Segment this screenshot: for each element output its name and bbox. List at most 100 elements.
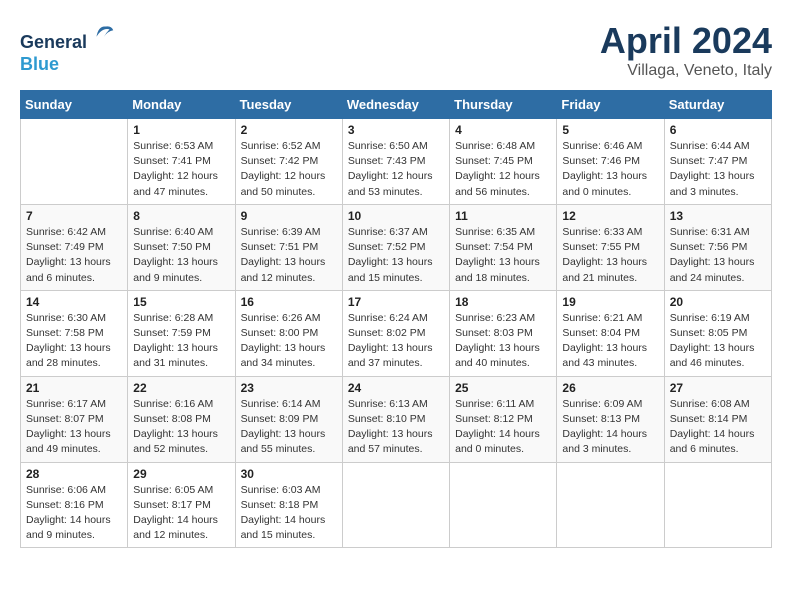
calendar-cell: 12 Sunrise: 6:33 AMSunset: 7:55 PMDayligh… bbox=[557, 204, 664, 290]
day-info: Sunrise: 6:31 AMSunset: 7:56 PMDaylight:… bbox=[670, 225, 766, 286]
day-number: 3 bbox=[348, 123, 444, 137]
day-info: Sunrise: 6:09 AMSunset: 8:13 PMDaylight:… bbox=[562, 397, 658, 458]
day-info: Sunrise: 6:26 AMSunset: 8:00 PMDaylight:… bbox=[241, 311, 337, 372]
title-block: April 2024 Villaga, Veneto, Italy bbox=[600, 20, 772, 80]
day-number: 24 bbox=[348, 381, 444, 395]
day-info: Sunrise: 6:03 AMSunset: 8:18 PMDaylight:… bbox=[241, 483, 337, 544]
calendar-header: SundayMondayTuesdayWednesdayThursdayFrid… bbox=[21, 91, 772, 119]
calendar-cell bbox=[342, 462, 449, 548]
day-number: 18 bbox=[455, 295, 551, 309]
calendar-week-3: 14 Sunrise: 6:30 AMSunset: 7:58 PMDayligh… bbox=[21, 290, 772, 376]
column-header-thursday: Thursday bbox=[450, 91, 557, 119]
calendar-cell: 25Sunrise: 6:11 AMSunset: 8:12 PMDayligh… bbox=[450, 376, 557, 462]
calendar-cell: 1Sunrise: 6:53 AMSunset: 7:41 PMDaylight… bbox=[128, 119, 235, 205]
day-info: Sunrise: 6:08 AMSunset: 8:14 PMDaylight:… bbox=[670, 397, 766, 458]
day-number: 10 bbox=[348, 209, 444, 223]
day-number: 15 bbox=[133, 295, 229, 309]
logo: General Blue bbox=[20, 20, 117, 75]
day-info: Sunrise: 6:23 AMSunset: 8:03 PMDaylight:… bbox=[455, 311, 551, 372]
day-number: 11 bbox=[455, 209, 551, 223]
day-info: Sunrise: 6:52 AMSunset: 7:42 PMDaylight:… bbox=[241, 139, 337, 200]
day-info: Sunrise: 6:16 AMSunset: 8:08 PMDaylight:… bbox=[133, 397, 229, 458]
day-info: Sunrise: 6:24 AMSunset: 8:02 PMDaylight:… bbox=[348, 311, 444, 372]
day-number: 20 bbox=[670, 295, 766, 309]
day-info: Sunrise: 6:06 AMSunset: 8:16 PMDaylight:… bbox=[26, 483, 122, 544]
calendar-cell: 4 Sunrise: 6:48 AMSunset: 7:45 PMDaylight… bbox=[450, 119, 557, 205]
column-header-sunday: Sunday bbox=[21, 91, 128, 119]
day-number: 13 bbox=[670, 209, 766, 223]
calendar-cell: 9Sunrise: 6:39 AMSunset: 7:51 PMDaylight… bbox=[235, 204, 342, 290]
calendar-cell: 10Sunrise: 6:37 AMSunset: 7:52 PMDayligh… bbox=[342, 204, 449, 290]
calendar-cell: 21 Sunrise: 6:17 AMSunset: 8:07 PMDayligh… bbox=[21, 376, 128, 462]
calendar-cell: 13 Sunrise: 6:31 AMSunset: 7:56 PMDayligh… bbox=[664, 204, 771, 290]
day-info: Sunrise: 6:42 AMSunset: 7:49 PMDaylight:… bbox=[26, 225, 122, 286]
calendar-cell: 30 Sunrise: 6:03 AMSunset: 8:18 PMDayligh… bbox=[235, 462, 342, 548]
day-info: Sunrise: 6:35 AMSunset: 7:54 PMDaylight:… bbox=[455, 225, 551, 286]
day-number: 23 bbox=[241, 381, 337, 395]
calendar-cell bbox=[21, 119, 128, 205]
calendar-cell: 6Sunrise: 6:44 AMSunset: 7:47 PMDaylight… bbox=[664, 119, 771, 205]
day-number: 8 bbox=[133, 209, 229, 223]
day-number: 6 bbox=[670, 123, 766, 137]
day-number: 29 bbox=[133, 467, 229, 481]
column-header-monday: Monday bbox=[128, 91, 235, 119]
calendar-cell: 15 Sunrise: 6:28 AMSunset: 7:59 PMDayligh… bbox=[128, 290, 235, 376]
calendar-week-1: 1Sunrise: 6:53 AMSunset: 7:41 PMDaylight… bbox=[21, 119, 772, 205]
calendar-cell: 14 Sunrise: 6:30 AMSunset: 7:58 PMDayligh… bbox=[21, 290, 128, 376]
calendar-cell: 28Sunrise: 6:06 AMSunset: 8:16 PMDayligh… bbox=[21, 462, 128, 548]
calendar-cell: 18 Sunrise: 6:23 AMSunset: 8:03 PMDayligh… bbox=[450, 290, 557, 376]
calendar-cell bbox=[450, 462, 557, 548]
day-number: 17 bbox=[348, 295, 444, 309]
day-number: 21 bbox=[26, 381, 122, 395]
day-number: 2 bbox=[241, 123, 337, 137]
day-info: Sunrise: 6:30 AMSunset: 7:58 PMDaylight:… bbox=[26, 311, 122, 372]
day-number: 26 bbox=[562, 381, 658, 395]
calendar-week-4: 21 Sunrise: 6:17 AMSunset: 8:07 PMDayligh… bbox=[21, 376, 772, 462]
column-header-wednesday: Wednesday bbox=[342, 91, 449, 119]
day-info: Sunrise: 6:33 AMSunset: 7:55 PMDaylight:… bbox=[562, 225, 658, 286]
calendar-cell bbox=[557, 462, 664, 548]
day-number: 27 bbox=[670, 381, 766, 395]
day-info: Sunrise: 6:21 AMSunset: 8:04 PMDaylight:… bbox=[562, 311, 658, 372]
day-info: Sunrise: 6:50 AMSunset: 7:43 PMDaylight:… bbox=[348, 139, 444, 200]
day-number: 9 bbox=[241, 209, 337, 223]
calendar-cell: 20 Sunrise: 6:19 AMSunset: 8:05 PMDayligh… bbox=[664, 290, 771, 376]
day-info: Sunrise: 6:14 AMSunset: 8:09 PMDaylight:… bbox=[241, 397, 337, 458]
calendar-cell: 16Sunrise: 6:26 AMSunset: 8:00 PMDayligh… bbox=[235, 290, 342, 376]
day-number: 19 bbox=[562, 295, 658, 309]
calendar-cell: 23 Sunrise: 6:14 AMSunset: 8:09 PMDayligh… bbox=[235, 376, 342, 462]
day-info: Sunrise: 6:46 AMSunset: 7:46 PMDaylight:… bbox=[562, 139, 658, 200]
day-number: 14 bbox=[26, 295, 122, 309]
day-number: 30 bbox=[241, 467, 337, 481]
day-number: 12 bbox=[562, 209, 658, 223]
calendar-cell: 27 Sunrise: 6:08 AMSunset: 8:14 PMDayligh… bbox=[664, 376, 771, 462]
page-header: General Blue April 2024 Villaga, Veneto,… bbox=[20, 20, 772, 80]
calendar-cell: 22 Sunrise: 6:16 AMSunset: 8:08 PMDayligh… bbox=[128, 376, 235, 462]
calendar-cell: 7 Sunrise: 6:42 AMSunset: 7:49 PMDaylight… bbox=[21, 204, 128, 290]
calendar-table: SundayMondayTuesdayWednesdayThursdayFrid… bbox=[20, 90, 772, 548]
day-info: Sunrise: 6:05 AMSunset: 8:17 PMDaylight:… bbox=[133, 483, 229, 544]
day-number: 7 bbox=[26, 209, 122, 223]
day-info: Sunrise: 6:17 AMSunset: 8:07 PMDaylight:… bbox=[26, 397, 122, 458]
day-info: Sunrise: 6:19 AMSunset: 8:05 PMDaylight:… bbox=[670, 311, 766, 372]
page-title: April 2024 bbox=[600, 20, 772, 62]
day-info: Sunrise: 6:13 AMSunset: 8:10 PMDaylight:… bbox=[348, 397, 444, 458]
day-info: Sunrise: 6:40 AMSunset: 7:50 PMDaylight:… bbox=[133, 225, 229, 286]
day-number: 4 bbox=[455, 123, 551, 137]
day-number: 22 bbox=[133, 381, 229, 395]
calendar-cell: 2 Sunrise: 6:52 AMSunset: 7:42 PMDaylight… bbox=[235, 119, 342, 205]
calendar-cell: 11 Sunrise: 6:35 AMSunset: 7:54 PMDayligh… bbox=[450, 204, 557, 290]
logo-bird-icon bbox=[89, 20, 117, 48]
calendar-cell: 26 Sunrise: 6:09 AMSunset: 8:13 PMDayligh… bbox=[557, 376, 664, 462]
calendar-body: 1Sunrise: 6:53 AMSunset: 7:41 PMDaylight… bbox=[21, 119, 772, 548]
calendar-cell: 29 Sunrise: 6:05 AMSunset: 8:17 PMDayligh… bbox=[128, 462, 235, 548]
day-info: Sunrise: 6:28 AMSunset: 7:59 PMDaylight:… bbox=[133, 311, 229, 372]
calendar-cell: 19 Sunrise: 6:21 AMSunset: 8:04 PMDayligh… bbox=[557, 290, 664, 376]
column-header-tuesday: Tuesday bbox=[235, 91, 342, 119]
calendar-cell: 5Sunrise: 6:46 AMSunset: 7:46 PMDaylight… bbox=[557, 119, 664, 205]
day-info: Sunrise: 6:48 AMSunset: 7:45 PMDaylight:… bbox=[455, 139, 551, 200]
calendar-cell: 17 Sunrise: 6:24 AMSunset: 8:02 PMDayligh… bbox=[342, 290, 449, 376]
calendar-week-2: 7 Sunrise: 6:42 AMSunset: 7:49 PMDaylight… bbox=[21, 204, 772, 290]
day-number: 1 bbox=[133, 123, 229, 137]
calendar-cell: 24 Sunrise: 6:13 AMSunset: 8:10 PMDayligh… bbox=[342, 376, 449, 462]
